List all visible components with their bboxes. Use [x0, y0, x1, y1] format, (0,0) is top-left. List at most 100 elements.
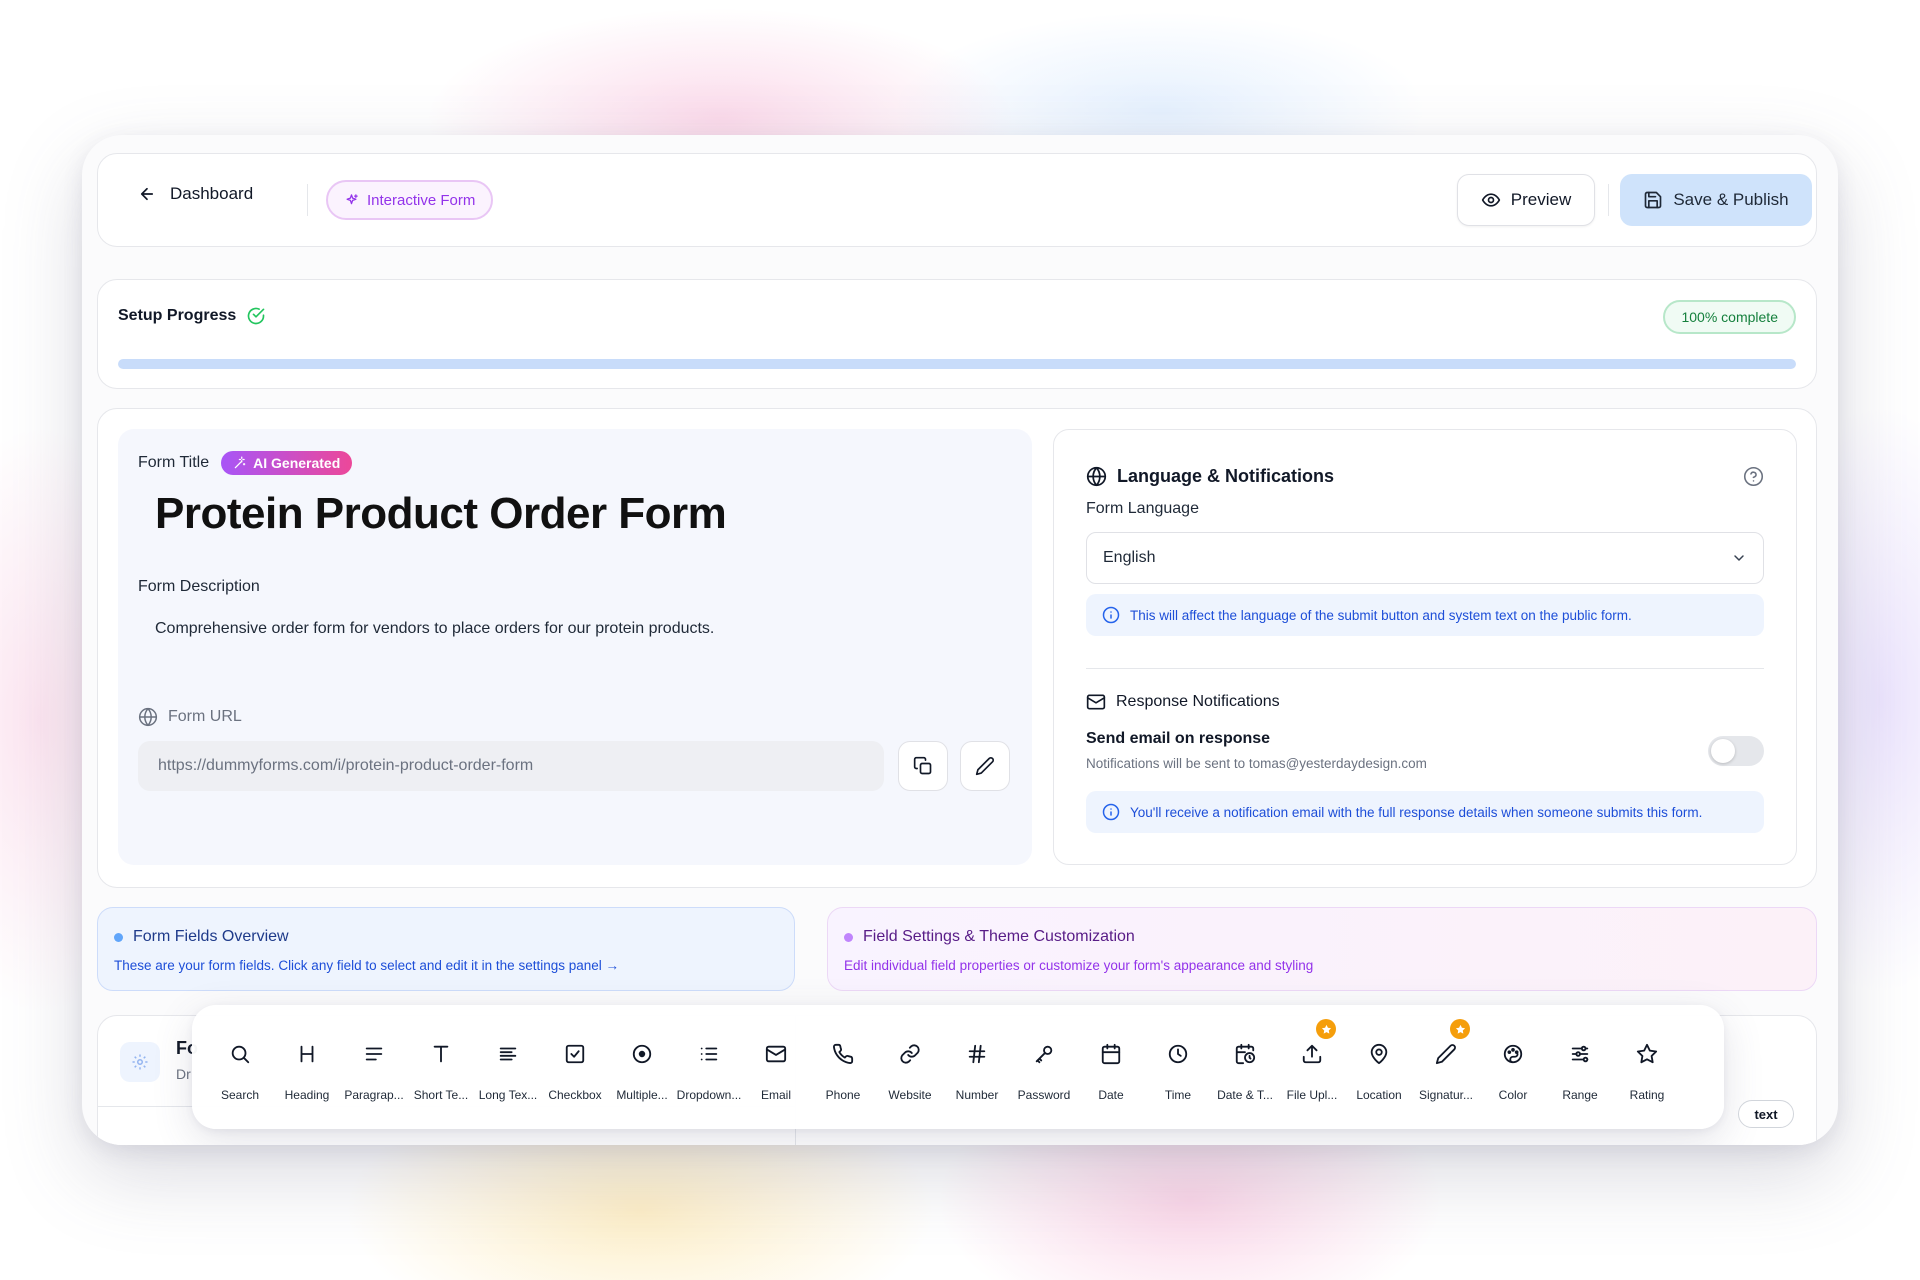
form-details-card: Form Title AI Generated Protein Product …: [97, 408, 1817, 888]
send-email-toggle[interactable]: [1708, 736, 1764, 766]
tool-long-text[interactable]: Long Tex...: [476, 1005, 540, 1129]
palette-icon: [1501, 1042, 1525, 1066]
copy-url-button[interactable]: [898, 741, 948, 791]
copy-icon: [913, 756, 932, 775]
tool-list[interactable]: Dropdown...: [677, 1005, 741, 1129]
tool-label: Paragrap...: [344, 1088, 404, 1102]
form-description-input[interactable]: Comprehensive order form for vendors to …: [155, 620, 714, 638]
preview-button[interactable]: Preview: [1457, 174, 1595, 226]
magic-wand-icon: [234, 456, 246, 469]
interactive-form-label: Interactive Form: [367, 191, 476, 209]
tool-pen[interactable]: Signatur...: [1414, 1005, 1478, 1129]
language-notifications-panel: Language & Notifications Form Language E…: [1053, 429, 1797, 865]
tool-radio[interactable]: Multiple...: [610, 1005, 674, 1129]
key-icon: [1032, 1042, 1056, 1066]
phone-icon: [831, 1042, 855, 1066]
upload-icon: [1300, 1042, 1324, 1066]
field-settings-card: Field Settings & Theme Customization Edi…: [827, 907, 1817, 991]
send-email-label: Send email on response: [1086, 730, 1271, 747]
eye-icon: [1481, 193, 1500, 207]
blue-dot: [114, 932, 123, 942]
globe-icon: [138, 707, 158, 727]
arrow-left-icon: [140, 187, 154, 201]
tool-star[interactable]: Rating: [1615, 1005, 1679, 1129]
form-language-select[interactable]: English: [1086, 532, 1764, 584]
calendar-icon: [1099, 1042, 1123, 1066]
tool-clock[interactable]: Time: [1146, 1005, 1210, 1129]
tool-label: Search: [220, 1088, 260, 1102]
builder-partial-sub: Dr: [176, 1066, 191, 1082]
tool-label: Location: [1356, 1088, 1402, 1102]
form-fields-overview-title: Form Fields Overview: [114, 928, 778, 946]
form-info-panel: Form Title AI Generated Protein Product …: [118, 429, 1032, 865]
tool-label: Phone: [825, 1088, 861, 1102]
header-divider-2: [1608, 184, 1609, 216]
field-type-toolbar: Search Heading Paragrap... Short Te... Long …: [192, 1005, 1724, 1129]
notifications-info-box: You'll receive a notification email with…: [1086, 791, 1764, 833]
form-fields-overview-card: Form Fields Overview These are your form…: [97, 907, 795, 991]
form-title-input[interactable]: Protein Product Order Form: [155, 489, 727, 539]
tool-phone[interactable]: Phone: [811, 1005, 875, 1129]
back-to-dashboard-link[interactable]: Dashboard: [138, 184, 253, 204]
tool-sliders[interactable]: Range: [1548, 1005, 1612, 1129]
save-icon: [1645, 191, 1662, 209]
progress-bar: [118, 359, 1796, 369]
save-publish-button[interactable]: Save & Publish: [1620, 174, 1812, 226]
tool-hash[interactable]: Number: [945, 1005, 1009, 1129]
tool-paragraph[interactable]: Paragrap...: [342, 1005, 406, 1129]
long-text-icon: [496, 1042, 520, 1066]
tool-label: Date & T...: [1217, 1088, 1273, 1102]
ai-generated-badge: AI Generated: [221, 451, 353, 475]
gear-icon: [132, 1054, 148, 1070]
preview-label: Preview: [1510, 190, 1572, 209]
tool-calendar[interactable]: Date: [1079, 1005, 1143, 1129]
section-divider: [1086, 668, 1764, 669]
list-icon: [697, 1042, 721, 1066]
notifications-info-text: You'll receive a notification email with…: [1130, 804, 1703, 820]
tool-palette[interactable]: Color: [1481, 1005, 1545, 1129]
interactive-form-badge: Interactive Form: [326, 180, 494, 220]
field-settings-sub: Edit individual field properties or cust…: [844, 958, 1314, 973]
help-button[interactable]: [1743, 466, 1764, 492]
tool-label: Website: [888, 1088, 932, 1102]
tool-label: Signatur...: [1418, 1088, 1474, 1102]
form-url-label-row: Form URL: [138, 707, 242, 727]
selected-language: English: [1103, 549, 1156, 566]
tool-key[interactable]: Password: [1012, 1005, 1076, 1129]
info-icon: [1102, 606, 1120, 624]
tool-search[interactable]: Search: [208, 1005, 272, 1129]
tool-label: Date: [1098, 1088, 1124, 1102]
setup-progress-card: Setup Progress 100% complete: [97, 279, 1817, 389]
progress-bar-fill: [118, 359, 1796, 369]
tool-label: Password: [1017, 1088, 1071, 1102]
paragraph-icon: [362, 1042, 386, 1066]
tool-link[interactable]: Website: [878, 1005, 942, 1129]
edit-url-button[interactable]: [960, 741, 1010, 791]
tool-mail[interactable]: Email: [744, 1005, 808, 1129]
tool-label: Rating: [1629, 1088, 1665, 1102]
tool-map-pin[interactable]: Location: [1347, 1005, 1411, 1129]
completion-badge: 100% complete: [1663, 300, 1796, 334]
form-description-label: Form Description: [138, 578, 260, 595]
tool-label: Multiple...: [616, 1088, 668, 1102]
tool-short-text[interactable]: Short Te...: [409, 1005, 473, 1129]
form-url-input[interactable]: [138, 741, 884, 791]
tool-heading[interactable]: Heading: [275, 1005, 339, 1129]
language-panel-title: Language & Notifications: [1086, 466, 1334, 487]
help-circle-icon: [1743, 466, 1764, 487]
top-header: Dashboard Interactive Form Preview Save …: [97, 153, 1817, 247]
back-label: Dashboard: [170, 184, 254, 203]
form-language-label: Form Language: [1086, 500, 1199, 517]
tool-upload[interactable]: File Upl...: [1280, 1005, 1344, 1129]
tool-calendar-clock[interactable]: Date & T...: [1213, 1005, 1277, 1129]
premium-star-badge-icon: [1316, 1019, 1336, 1039]
star-icon: [1635, 1042, 1659, 1066]
language-title-text: Language & Notifications: [1117, 466, 1335, 486]
tool-label: Color: [1498, 1088, 1528, 1102]
hash-icon: [965, 1042, 989, 1066]
save-publish-label: Save & Publish: [1673, 190, 1789, 209]
pen-icon: [1434, 1042, 1458, 1066]
tool-label: File Upl...: [1286, 1088, 1338, 1102]
sparkles-icon: [346, 193, 358, 204]
tool-checkbox[interactable]: Checkbox: [543, 1005, 607, 1129]
